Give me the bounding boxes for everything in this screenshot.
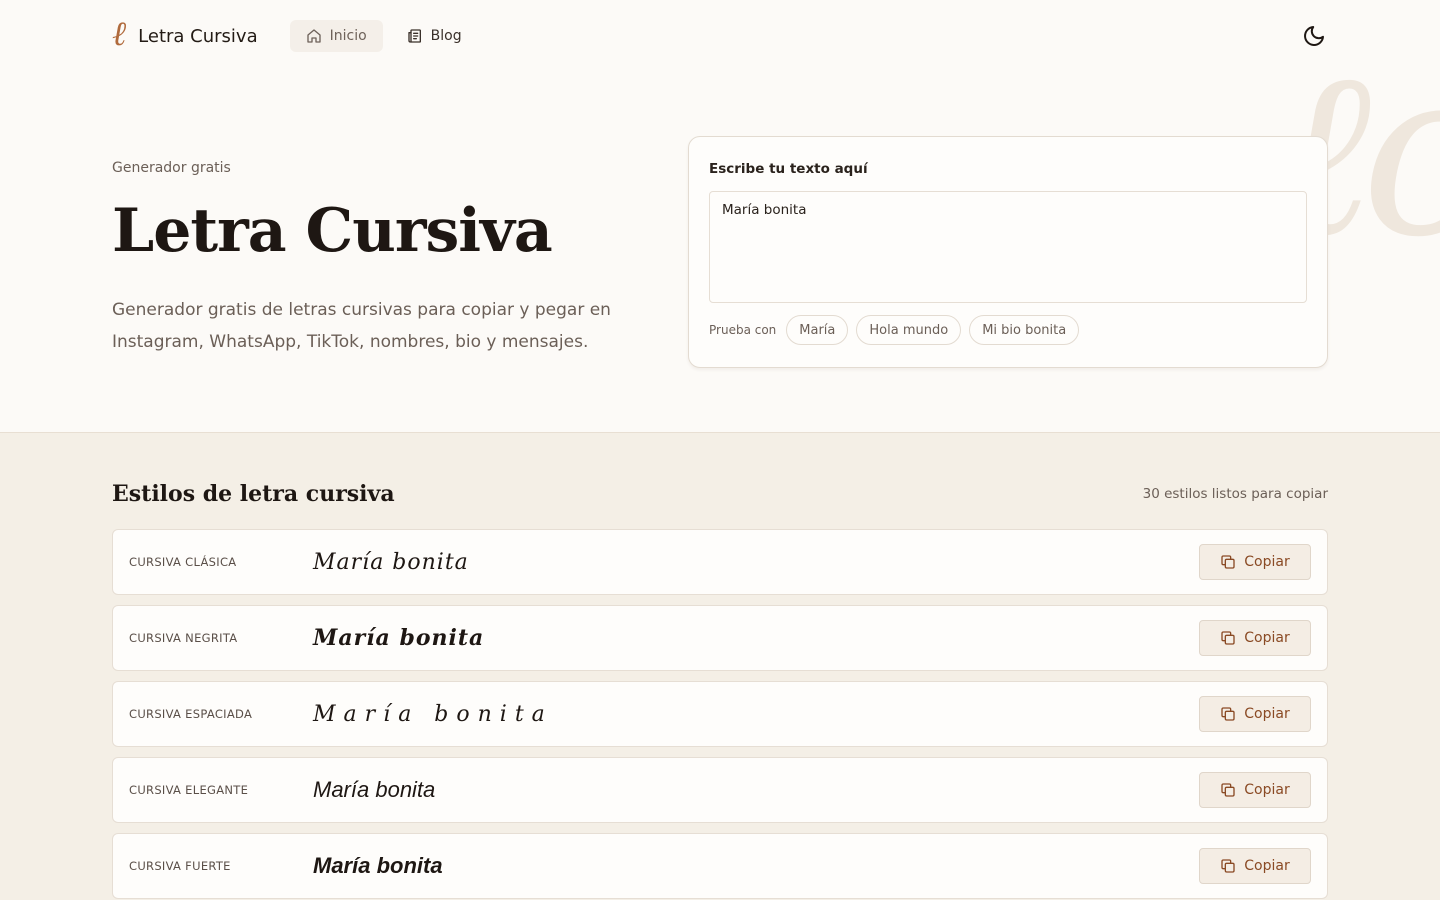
styles-section: Estilos de letra cursiva 30 estilos list… bbox=[0, 432, 1440, 900]
page-title: Letra Cursiva bbox=[112, 196, 553, 266]
copy-icon bbox=[1221, 859, 1235, 873]
nav-item-inicio[interactable]: Inicio bbox=[289, 20, 383, 52]
copy-label: Copiar bbox=[1244, 630, 1290, 646]
style-row-cursiva-espaciada: CURSIVA ESPACIADA María bonita Copiar bbox=[112, 681, 1328, 747]
style-name: CURSIVA ELEGANTE bbox=[129, 783, 249, 797]
suggestions-row: Prueba con María Hola mundo Mi bio bonit… bbox=[709, 315, 1307, 345]
style-name: CURSIVA CLÁSICA bbox=[129, 555, 237, 569]
copy-button[interactable]: Copiar bbox=[1199, 696, 1311, 732]
copy-icon bbox=[1221, 707, 1235, 721]
styles-title: Estilos de letra cursiva bbox=[112, 481, 395, 507]
main-nav: Inicio Blog bbox=[289, 20, 478, 52]
suggestions-label: Prueba con bbox=[709, 323, 777, 337]
copy-label: Copiar bbox=[1244, 554, 1290, 570]
style-sample: María bonita bbox=[313, 777, 436, 802]
style-sample: María bonita bbox=[313, 549, 469, 575]
style-name: CURSIVA FUERTE bbox=[129, 859, 231, 873]
document-icon bbox=[407, 29, 421, 43]
style-row-cursiva-clasica: CURSIVA CLÁSICA María bonita Copiar bbox=[112, 529, 1328, 595]
brand-link[interactable]: ℓ Letra Cursiva bbox=[112, 17, 258, 51]
suggestion-chip-maria[interactable]: María bbox=[786, 315, 849, 345]
text-input-card: Escribe tu texto aquí María bonita Prueb… bbox=[688, 136, 1328, 368]
hero-eyebrow: Generador gratis bbox=[112, 160, 231, 176]
style-sample: María bonita bbox=[313, 701, 553, 727]
brand-logo-icon: ℓ bbox=[112, 14, 127, 54]
style-row-cursiva-elegante: CURSIVA ELEGANTE María bonita Copiar bbox=[112, 757, 1328, 823]
style-sample: María bonita bbox=[313, 625, 485, 651]
styles-header: Estilos de letra cursiva 30 estilos list… bbox=[112, 481, 1328, 507]
theme-toggle-button[interactable] bbox=[1300, 22, 1328, 50]
style-row-cursiva-fuerte: CURSIVA FUERTE María bonita Copiar bbox=[112, 833, 1328, 899]
home-icon bbox=[306, 29, 321, 43]
copy-icon bbox=[1221, 555, 1235, 569]
hero-description: Generador gratis de letras cursivas para… bbox=[112, 300, 611, 352]
copy-label: Copiar bbox=[1244, 782, 1290, 798]
style-name: CURSIVA NEGRITA bbox=[129, 631, 238, 645]
copy-button[interactable]: Copiar bbox=[1199, 848, 1311, 884]
suggestion-chip-mi-bio-bonita[interactable]: Mi bio bonita bbox=[969, 315, 1080, 345]
hero-text: Generador gratis Letra Cursiva Generador… bbox=[112, 136, 652, 432]
copy-button[interactable]: Copiar bbox=[1199, 620, 1311, 656]
copy-button[interactable]: Copiar bbox=[1199, 544, 1311, 580]
style-row-cursiva-negrita: CURSIVA NEGRITA María bonita Copiar bbox=[112, 605, 1328, 671]
nav-label: Inicio bbox=[329, 28, 367, 44]
moon-icon bbox=[1304, 26, 1324, 46]
hero-section: Generador gratis Letra Cursiva Generador… bbox=[0, 72, 1440, 432]
text-input-field[interactable]: María bonita bbox=[709, 191, 1307, 303]
nav-label: Blog bbox=[430, 28, 462, 44]
brand-name: Letra Cursiva bbox=[138, 25, 258, 47]
top-navbar: ℓ Letra Cursiva Inicio Blog bbox=[0, 0, 1440, 72]
suggestion-chip-hola-mundo[interactable]: Hola mundo bbox=[856, 315, 962, 345]
copy-button[interactable]: Copiar bbox=[1199, 772, 1311, 808]
copy-icon bbox=[1221, 783, 1235, 797]
style-name: CURSIVA ESPACIADA bbox=[129, 707, 253, 721]
styles-count: 30 estilos listos para copiar bbox=[1142, 486, 1328, 502]
nav-item-blog[interactable]: Blog bbox=[391, 20, 478, 52]
copy-label: Copiar bbox=[1244, 706, 1290, 722]
input-label: Escribe tu texto aquí bbox=[709, 161, 868, 177]
copy-icon bbox=[1221, 631, 1235, 645]
style-sample: María bonita bbox=[313, 853, 443, 878]
copy-label: Copiar bbox=[1244, 858, 1290, 874]
